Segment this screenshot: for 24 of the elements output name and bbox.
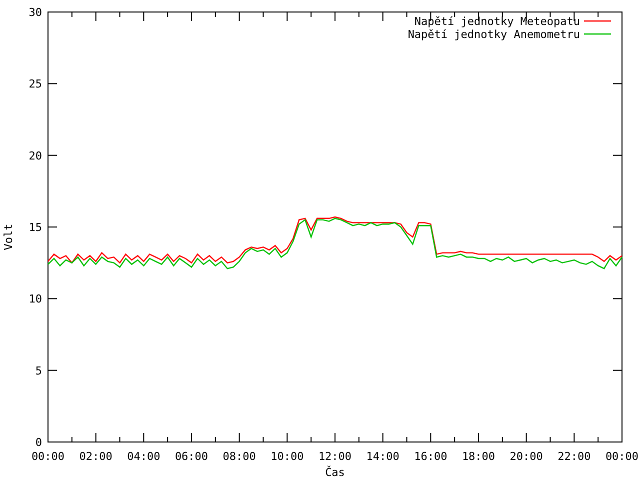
x-tick-label: 08:00 bbox=[222, 450, 256, 463]
x-tick-label: 00:00 bbox=[31, 450, 65, 463]
x-tick-label: 16:00 bbox=[414, 450, 448, 463]
legend-label: Napětí jednotky Anemometru bbox=[408, 28, 580, 41]
x-tick-label: 12:00 bbox=[318, 450, 352, 463]
x-tick-label: 00:00 bbox=[605, 450, 639, 463]
legend-label: Napětí jednotky Meteopatu bbox=[414, 15, 580, 28]
x-tick-label: 20:00 bbox=[510, 450, 543, 463]
x-tick-label: 04:00 bbox=[127, 450, 160, 463]
y-tick-label: 5 bbox=[35, 364, 42, 378]
x-tick-label: 14:00 bbox=[366, 450, 400, 463]
y-tick-label: 25 bbox=[28, 78, 42, 91]
x-tick-label: 18:00 bbox=[462, 450, 496, 463]
x-axis-title: Čas bbox=[325, 466, 345, 479]
y-tick-label: 20 bbox=[28, 149, 42, 162]
x-tick-label: 10:00 bbox=[270, 450, 304, 463]
y-tick-label: 10 bbox=[28, 292, 42, 306]
x-tick-label: 06:00 bbox=[174, 450, 208, 463]
y-axis-title: Volt bbox=[2, 224, 15, 250]
y-tick-label: 0 bbox=[35, 436, 42, 449]
x-tick-label: 02:00 bbox=[79, 450, 112, 463]
x-tick-label: 22:00 bbox=[558, 450, 591, 463]
y-tick-label: 15 bbox=[28, 221, 42, 234]
y-tick-label: 30 bbox=[28, 6, 42, 19]
